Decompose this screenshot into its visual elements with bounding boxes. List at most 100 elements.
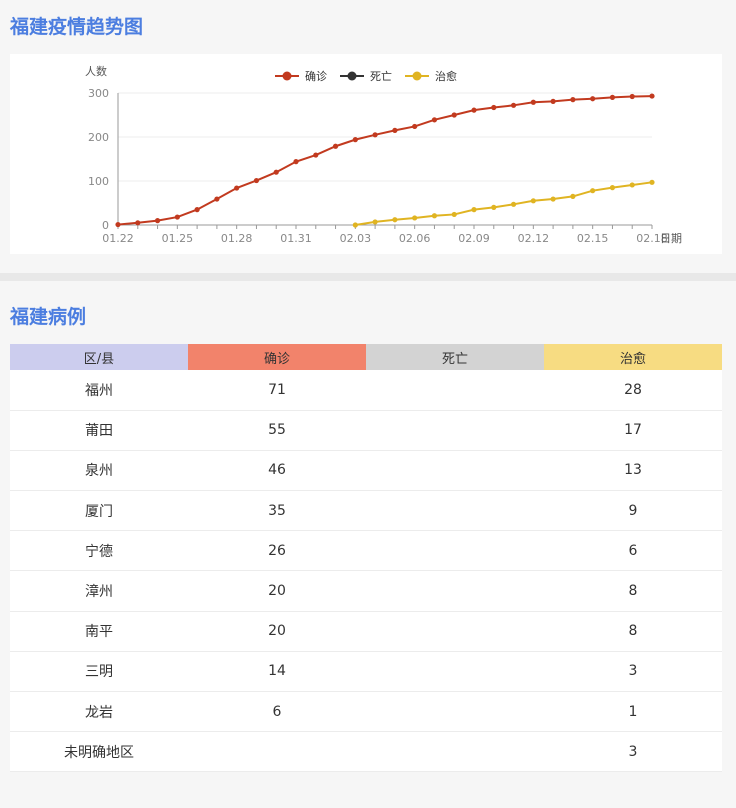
- y-tick-label: 300: [88, 87, 109, 100]
- data-point: [530, 198, 536, 204]
- header-district[interactable]: 区/县: [10, 344, 188, 370]
- x-tick-label: 02.15: [577, 232, 609, 245]
- cell-district: 龙岩: [10, 691, 188, 733]
- data-point: [253, 177, 260, 184]
- data-point: [550, 196, 556, 202]
- cell-district: 宁德: [10, 530, 188, 572]
- data-point: [649, 93, 655, 99]
- x-tick-label: 02.06: [399, 232, 431, 245]
- cases-title: 福建病例: [10, 306, 87, 328]
- header-confirmed[interactable]: 确诊: [188, 344, 366, 370]
- cell-recovered: 9: [544, 490, 722, 532]
- data-point: [293, 159, 299, 165]
- x-tick-label: 01.28: [221, 232, 253, 245]
- cell-district: 漳州: [10, 570, 188, 612]
- cell-district: 三明: [10, 651, 188, 693]
- cell-deaths: [366, 450, 544, 492]
- table-row: 宁德 26 6: [10, 530, 722, 572]
- table-row: 莆田 55 17: [10, 410, 722, 451]
- table-row: 福州 71 28: [10, 370, 722, 411]
- data-point: [510, 201, 517, 207]
- x-tick-label: 02.03: [340, 232, 372, 245]
- header-recovered[interactable]: 治愈: [544, 344, 722, 370]
- trend-line-chart: 0 100 200 300 人数 01.22 01.25 01.28 01.31 02.03 02.…: [85, 65, 682, 245]
- cell-recovered: 8: [544, 570, 722, 612]
- table-row: 漳州 20 8: [10, 570, 722, 612]
- data-point: [431, 213, 438, 219]
- cell-deaths: [366, 731, 544, 773]
- legend-marker: [412, 71, 422, 81]
- x-axis-label: 日期: [660, 232, 682, 245]
- cell-confirmed: [188, 731, 366, 773]
- table-row: 泉州 46 13: [10, 450, 722, 492]
- cell-district: 厦门: [10, 490, 188, 532]
- data-point: [510, 102, 517, 108]
- cell-deaths: [366, 530, 544, 572]
- cell-confirmed: 20: [188, 611, 366, 652]
- legend-marker: [282, 71, 292, 81]
- data-point: [629, 182, 635, 188]
- table-row: 三明 14 3: [10, 651, 722, 693]
- table-row: 龙岩 6 1: [10, 691, 722, 733]
- data-point: [332, 143, 339, 149]
- data-point: [214, 196, 220, 202]
- cell-confirmed: 6: [188, 691, 366, 733]
- x-tick-label: 01.31: [280, 232, 312, 245]
- data-point: [352, 222, 358, 228]
- cell-confirmed: 35: [188, 490, 366, 532]
- cell-confirmed: 55: [188, 410, 366, 451]
- table-header-row: 区/县 确诊 死亡 治愈: [10, 344, 722, 370]
- cell-deaths: [366, 490, 544, 532]
- data-point: [372, 219, 378, 225]
- data-point: [530, 99, 536, 105]
- data-point: [649, 179, 655, 185]
- series-line: [117, 95, 653, 226]
- cases-table: 区/县 确诊 死亡 治愈 福州 71 28 莆田 55 17 泉州 46 13 厦门 35 9 宁德 26…: [10, 344, 722, 773]
- header-deaths[interactable]: 死亡: [366, 344, 544, 370]
- data-point: [570, 97, 576, 103]
- data-point: [313, 152, 319, 158]
- data-point: [392, 217, 398, 223]
- y-tick-label: 200: [88, 131, 109, 144]
- legend-label: 治愈: [435, 69, 457, 83]
- cell-deaths: [366, 370, 544, 411]
- cell-deaths: [366, 611, 544, 652]
- data-point: [135, 220, 141, 226]
- data-point: [451, 211, 457, 218]
- cell-deaths: [366, 570, 544, 612]
- cases-table-card: 区/县 确诊 死亡 治愈 福州 71 28 莆田 55 17 泉州 46 13 厦门 35 9 宁德 26…: [10, 344, 722, 773]
- data-point: [392, 127, 398, 133]
- y-tick-label: 0: [102, 219, 109, 232]
- data-point: [629, 93, 635, 100]
- cell-district: 福州: [10, 370, 188, 411]
- cell-recovered: 13: [544, 450, 722, 492]
- data-point: [352, 137, 358, 143]
- data-point: [609, 94, 616, 100]
- cell-deaths: [366, 691, 544, 733]
- series-line: [355, 181, 653, 226]
- cell-district: 南平: [10, 611, 188, 652]
- data-point: [471, 107, 477, 113]
- data-point: [412, 123, 418, 130]
- cell-confirmed: 14: [188, 651, 366, 693]
- cell-deaths: [366, 651, 544, 693]
- cell-recovered: 28: [544, 370, 722, 411]
- cell-recovered: 1: [544, 691, 722, 733]
- cell-recovered: 3: [544, 731, 722, 773]
- trend-chart-card: 0 100 200 300 人数 01.22 01.25 01.28 01.31 02.03 02.…: [10, 54, 722, 254]
- data-point: [174, 214, 180, 220]
- data-point: [491, 104, 497, 111]
- data-point: [471, 207, 477, 213]
- data-point: [412, 215, 418, 221]
- legend-label: 确诊: [305, 69, 327, 83]
- cell-recovered: 8: [544, 611, 722, 652]
- cell-district: 未明确地区: [10, 731, 188, 773]
- section-divider: [0, 273, 736, 281]
- cell-confirmed: 20: [188, 570, 366, 612]
- cell-confirmed: 46: [188, 450, 366, 492]
- data-point: [194, 207, 200, 213]
- data-point: [451, 112, 457, 118]
- cell-confirmed: 26: [188, 530, 366, 572]
- data-point: [431, 117, 438, 123]
- data-point: [570, 193, 576, 199]
